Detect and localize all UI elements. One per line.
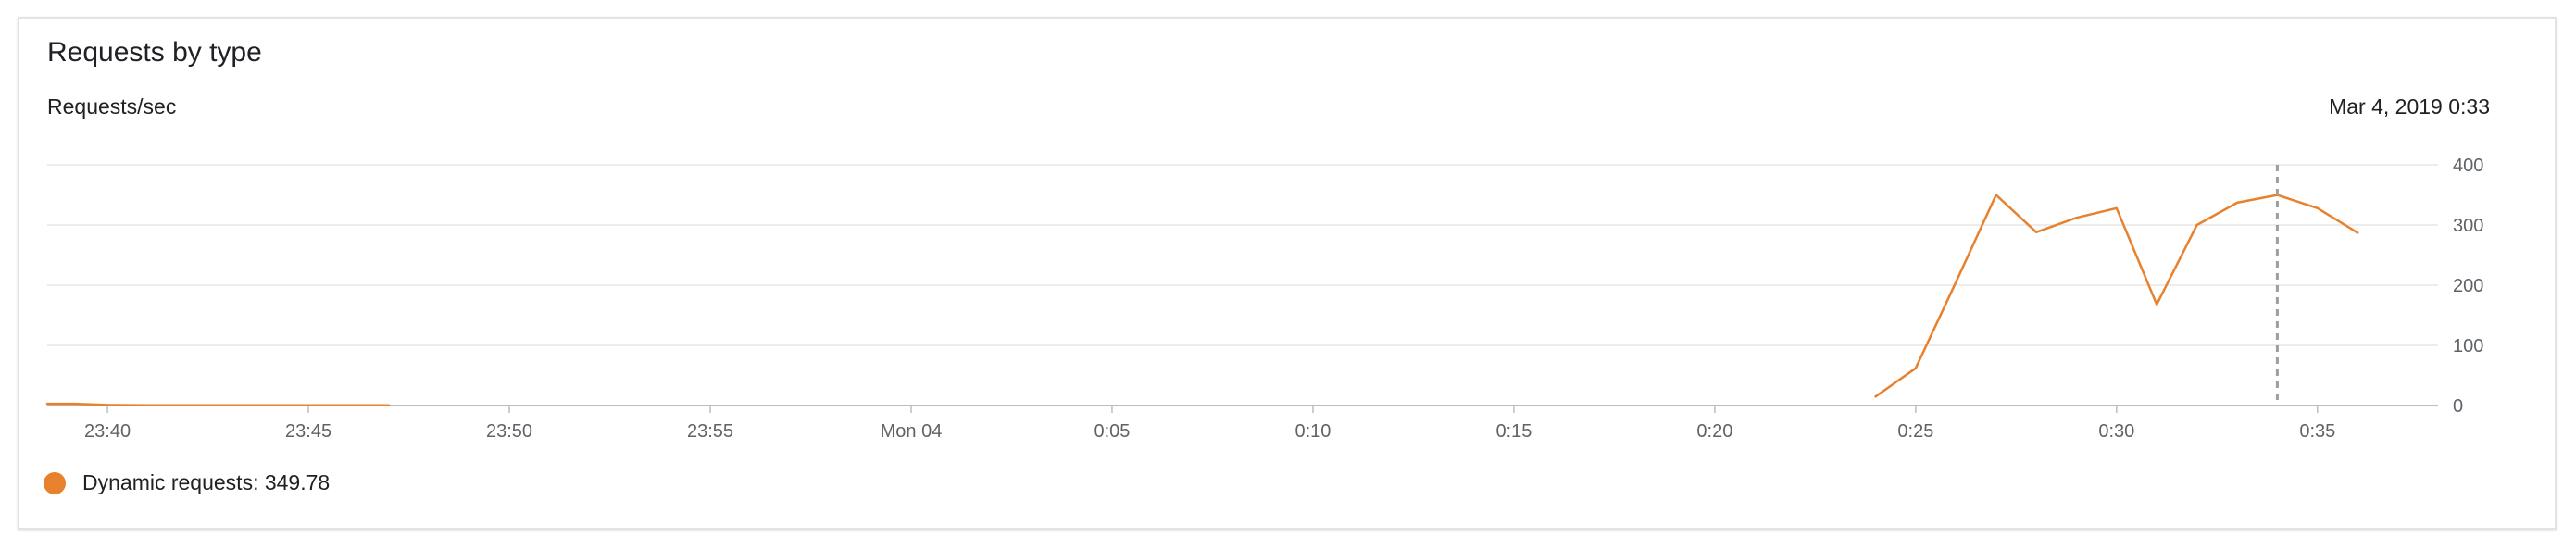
x-tick-label: 0:30 (2098, 421, 2134, 442)
line-chart[interactable]: 0 100 200 300 400 23:40 23:45 23:50 23:55 Mon 04… (19, 19, 2558, 531)
x-tick-labels: 23:40 23:45 23:50 23:55 Mon 04 0:05 0:10 0:15 0:… (84, 421, 2335, 442)
x-tick-label: 0:20 (1696, 421, 1732, 442)
y-tick-label: 300 (2453, 216, 2483, 236)
y-tick-label: 400 (2453, 156, 2483, 176)
series-line-dynamic-requests (45, 402, 391, 406)
y-tick-label: 0 (2453, 396, 2463, 417)
x-tick-label: 23:40 (84, 421, 131, 442)
x-tick-label: 0:05 (1094, 421, 1130, 442)
x-tick-label: 0:15 (1495, 421, 1532, 442)
requests-chart-card: Requests by type Requests/sec Mar 4, 201… (18, 17, 2557, 530)
x-tick-label: 23:55 (687, 421, 733, 442)
legend-label: Dynamic requests: 349.78 (82, 470, 331, 494)
x-tick-label: 0:35 (2299, 421, 2335, 442)
legend-swatch (44, 471, 66, 494)
grid-lines (47, 164, 2438, 413)
x-tick-label: 23:50 (486, 421, 532, 442)
x-tick-label: 23:45 (285, 421, 331, 442)
legend[interactable]: Dynamic requests: 349.78 (44, 470, 330, 495)
x-tick-label: 0:25 (1897, 421, 1933, 442)
y-tick-labels: 0 100 200 300 400 (2453, 156, 2483, 417)
y-tick-label: 100 (2453, 336, 2483, 356)
y-tick-label: 200 (2453, 276, 2483, 296)
x-tick-label: 0:10 (1294, 421, 1331, 442)
series-lines (45, 194, 2359, 406)
x-tick-label: Mon 04 (881, 421, 943, 442)
